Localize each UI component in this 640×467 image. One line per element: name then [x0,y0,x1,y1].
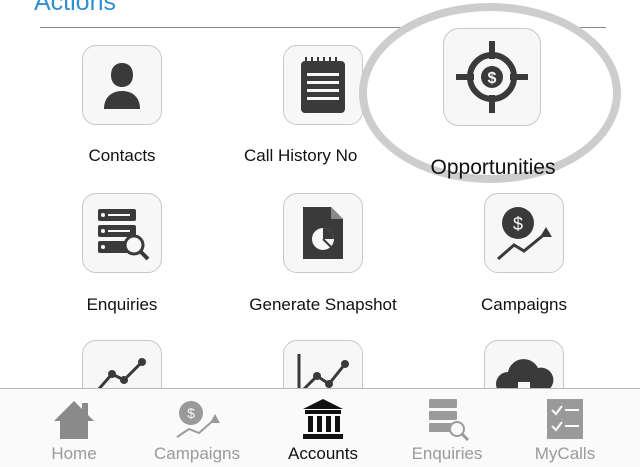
tab-mycalls-label: MyCalls [534,444,596,463]
tab-enquiries[interactable]: Enquiries [392,389,502,467]
call-history-notes-tile[interactable] [283,45,363,125]
call-history-notes-label: Call History No [244,146,358,165]
campaigns-label: Campaigns [481,295,567,314]
bottom-tab-bar: Home $ Campaigns Accounts Enquiries MyCa… [0,388,640,467]
svg-text:$: $ [513,214,523,234]
enquiries-label: Enquiries [86,295,158,314]
svg-text:$: $ [187,405,195,421]
checklist-icon [547,399,583,439]
opportunities-label: Opportunities [430,156,556,179]
dollar-trend-icon: $ [176,401,220,438]
dollar-trend-icon: $ [497,207,552,261]
tab-home[interactable]: Home [34,389,114,467]
generate-snapshot-tile[interactable] [283,193,363,273]
tab-home-label: Home [51,444,97,463]
tab-mycalls[interactable]: MyCalls [520,389,610,467]
person-icon [104,63,140,109]
opportunities-tile[interactable]: $ [443,28,541,126]
contacts-tile[interactable] [82,45,162,125]
pie-document-icon [303,207,343,259]
campaigns-tile[interactable]: $ [484,193,564,273]
generate-snapshot-label: Generate Snapshot [249,295,397,314]
list-search-icon [429,399,470,441]
notepad-icon [301,57,345,113]
tab-accounts-label: Accounts [288,444,358,463]
tab-accounts[interactable]: Accounts [274,389,372,467]
contacts-label: Contacts [88,146,156,165]
list-search-icon [98,209,150,261]
enquiries-tile[interactable] [82,193,162,273]
svg-text:$: $ [488,70,497,87]
house-icon [54,401,94,439]
bank-icon [303,399,343,439]
tab-enquiries-label: Enquiries [411,444,483,463]
section-title: Actions [34,0,116,16]
tab-campaigns-label: Campaigns [154,444,240,463]
tab-campaigns[interactable]: $ Campaigns [142,389,252,467]
target-dollar-icon: $ [456,41,528,113]
